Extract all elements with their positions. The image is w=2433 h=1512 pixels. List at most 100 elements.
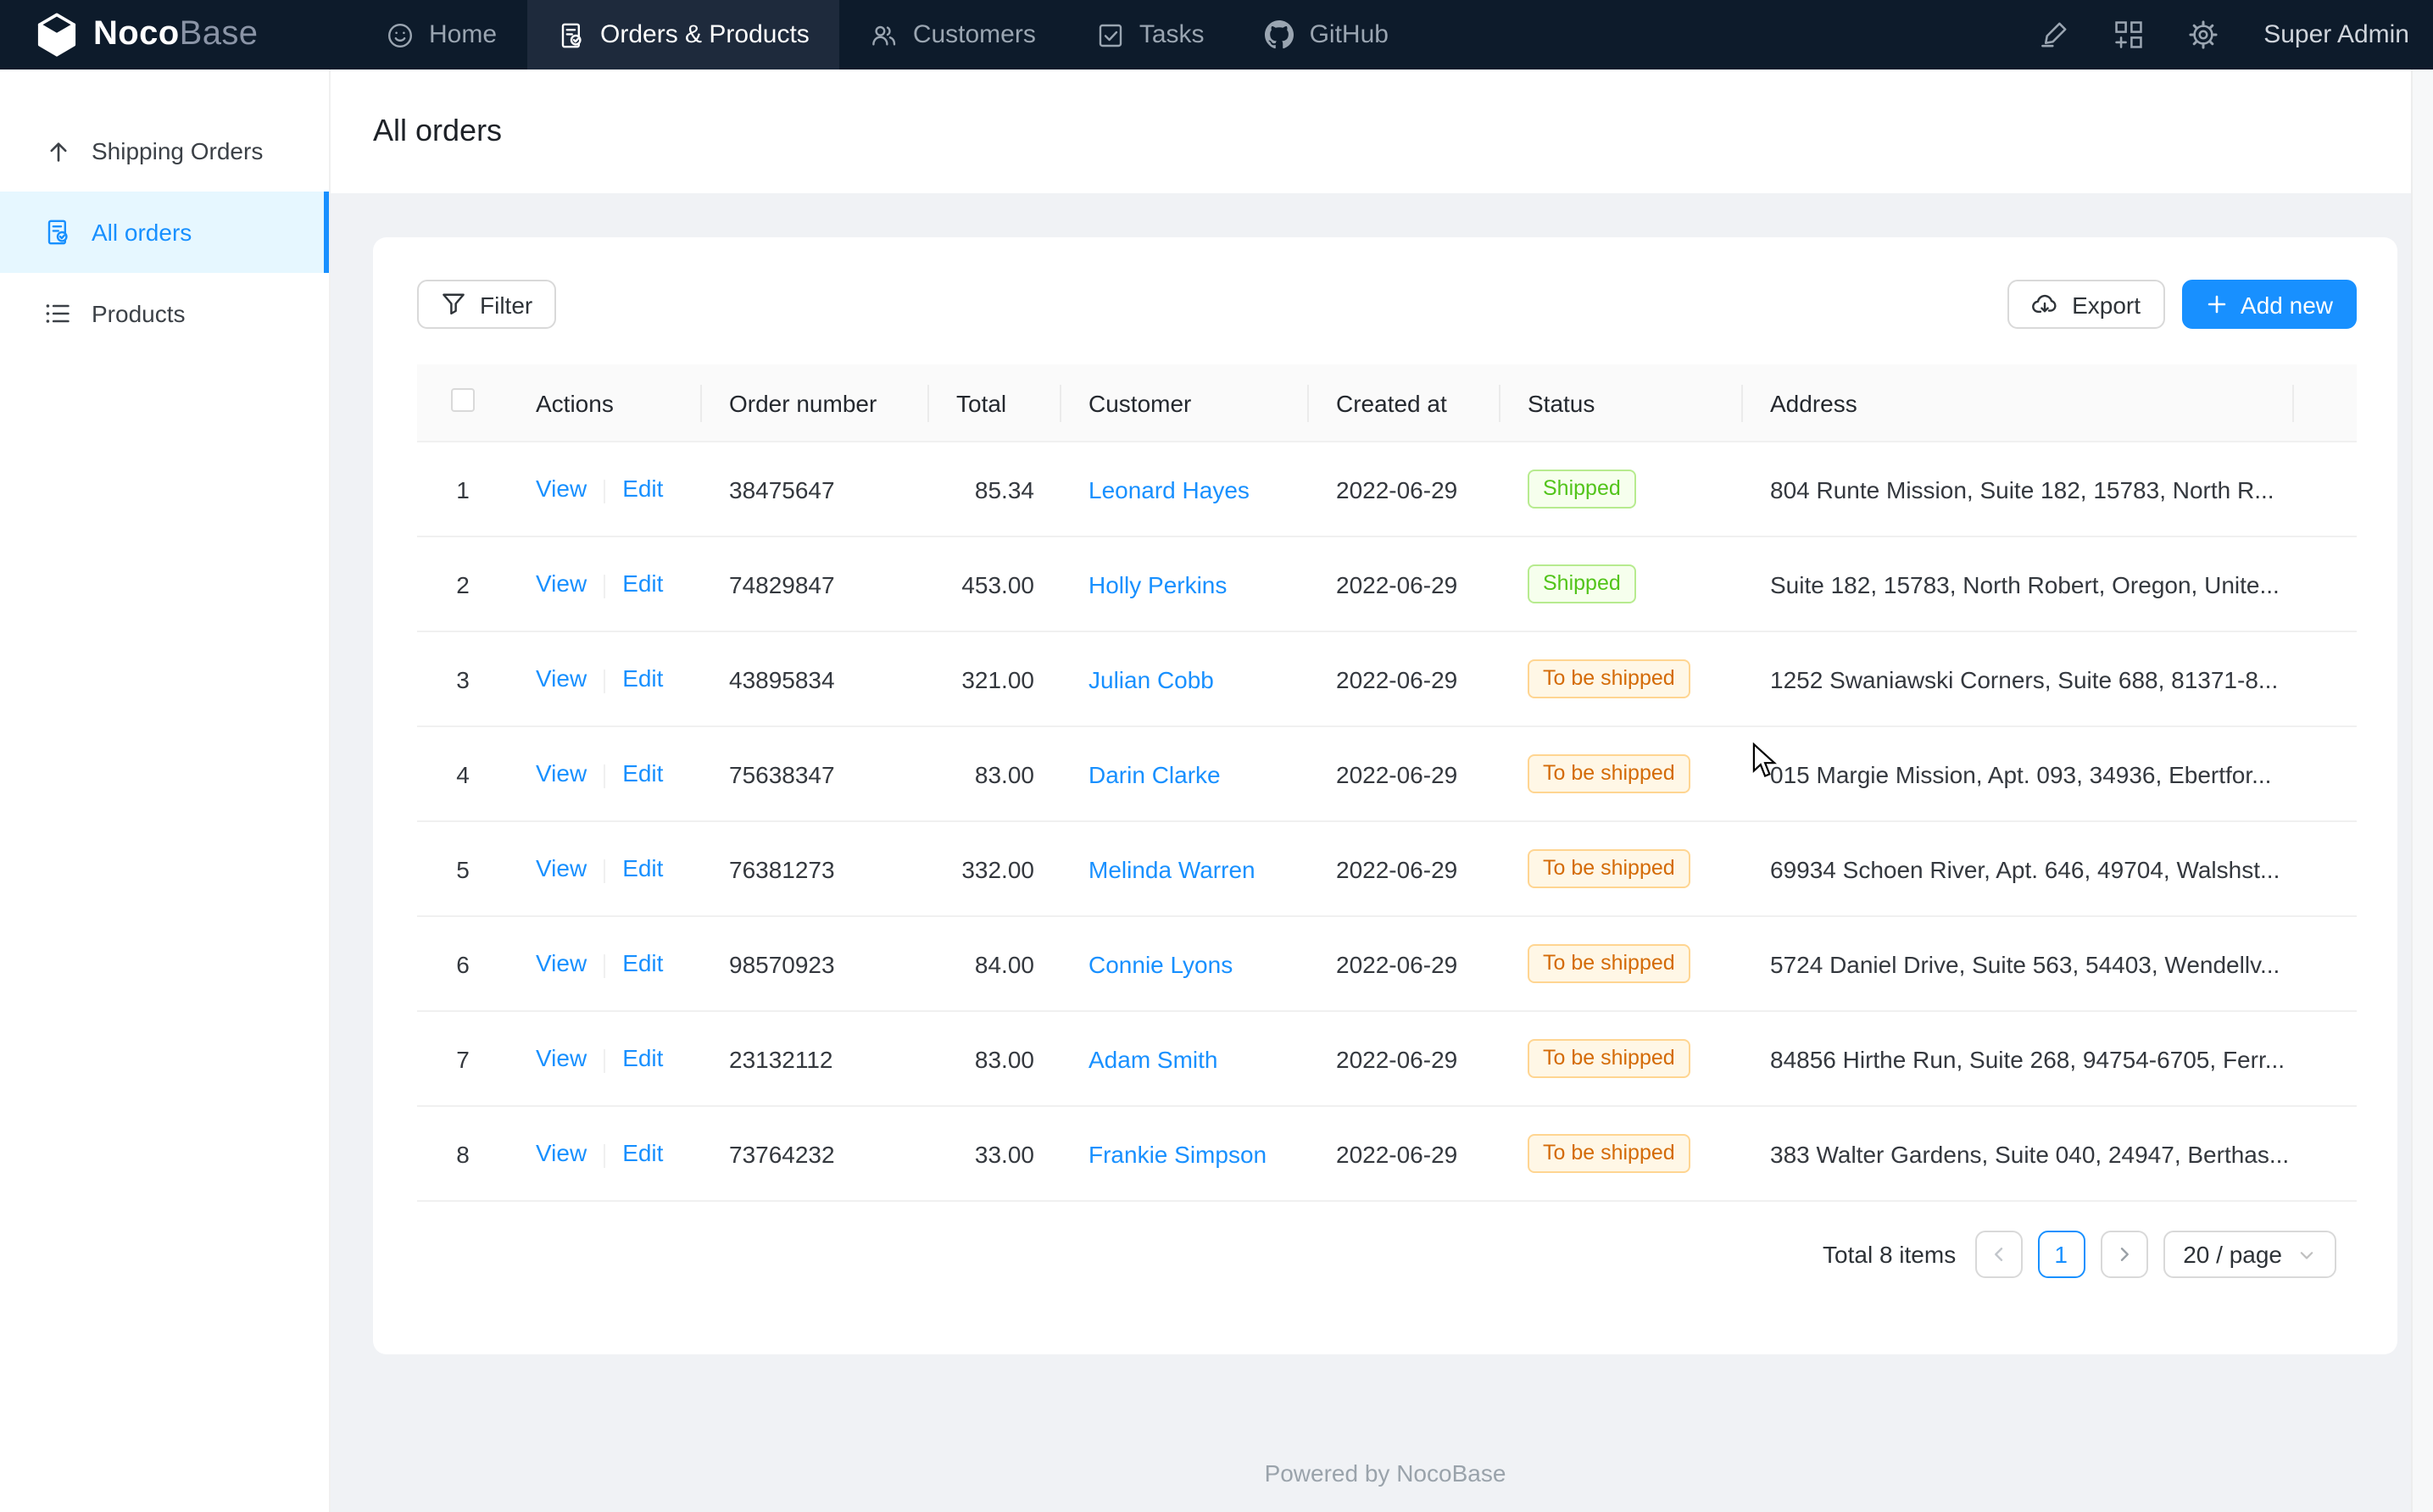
nocobase-cube-icon	[34, 12, 80, 58]
view-link[interactable]: View	[536, 570, 587, 598]
table-row[interactable]: 2 ViewEdit 74829847 453.00 Holly Perkins…	[417, 536, 2357, 631]
table-row[interactable]: 8 ViewEdit 73764232 33.00 Frankie Simpso…	[417, 1106, 2357, 1201]
status-cell: To be shipped	[1500, 726, 1743, 821]
nav-item-github[interactable]: GitHub	[1235, 0, 1419, 69]
page-scrollbar[interactable]	[2411, 69, 2433, 1512]
row-index-cell: 8	[417, 1106, 509, 1201]
nav-item-tasks[interactable]: Tasks	[1066, 0, 1235, 69]
table-row[interactable]: 4 ViewEdit 75638347 83.00 Darin Clarke 2…	[417, 726, 2357, 821]
row-index-cell: 4	[417, 726, 509, 821]
pagination-next-button[interactable]	[2100, 1231, 2147, 1278]
sidebar-item-all-orders[interactable]: All orders	[0, 192, 329, 273]
nav-item-orders-products[interactable]: Orders & Products	[527, 0, 840, 69]
plugin-blocks-add-icon[interactable]	[2114, 20, 2143, 49]
view-link[interactable]: View	[536, 760, 587, 787]
powered-by-footer: Powered by NocoBase	[373, 1459, 2397, 1487]
customer-link[interactable]: Adam Smith	[1088, 1045, 1218, 1072]
total-cell: 332.00	[929, 821, 1061, 916]
edit-link[interactable]: Edit	[622, 950, 663, 977]
table-row[interactable]: 7 ViewEdit 23132112 83.00 Adam Smith 202…	[417, 1011, 2357, 1106]
customer-link[interactable]: Connie Lyons	[1088, 950, 1233, 977]
customer-link[interactable]: Holly Perkins	[1088, 570, 1227, 598]
created-at-cell: 2022-06-29	[1309, 821, 1500, 916]
status-cell: Shipped	[1500, 536, 1743, 631]
export-button[interactable]: Export	[2007, 280, 2164, 329]
customer-link[interactable]: Frankie Simpson	[1088, 1140, 1267, 1167]
edit-link[interactable]: Edit	[622, 665, 663, 692]
status-badge: Shipped	[1528, 470, 1636, 509]
order-number-cell: 74829847	[702, 536, 929, 631]
view-link[interactable]: View	[536, 950, 587, 977]
table-row[interactable]: 6 ViewEdit 98570923 84.00 Connie Lyons 2…	[417, 916, 2357, 1011]
customer-link[interactable]: Darin Clarke	[1088, 760, 1221, 787]
address-cell: Suite 182, 15783, North Robert, Oregon, …	[1743, 536, 2294, 631]
action-separator	[604, 574, 605, 598]
created-at-cell: 2022-06-29	[1309, 1011, 1500, 1106]
user-menu[interactable]: Super Admin	[2263, 20, 2409, 49]
status-cell: To be shipped	[1500, 821, 1743, 916]
orders-table: Actions Order number Total Customer Crea…	[417, 364, 2357, 1202]
list-icon	[44, 300, 71, 327]
view-link[interactable]: View	[536, 1045, 587, 1072]
page-size-value: 20 / page	[2183, 1241, 2282, 1268]
address-cell: 84856 Hirthe Run, Suite 268, 94754-6705,…	[1743, 1011, 2294, 1106]
smile-icon	[387, 21, 414, 48]
customer-link[interactable]: Leonard Hayes	[1088, 475, 1250, 503]
spacer-cell	[2294, 442, 2357, 536]
customer-link[interactable]: Melinda Warren	[1088, 855, 1255, 882]
row-index: 7	[456, 1045, 470, 1072]
order-number-cell: 73764232	[702, 1106, 929, 1201]
actions-cell: View Edit	[509, 442, 702, 536]
page-header: All orders	[331, 69, 2433, 193]
customer-cell: Melinda Warren	[1061, 821, 1309, 916]
edit-link[interactable]: Edit	[622, 570, 663, 598]
sidebar-item-products[interactable]: Products	[0, 273, 329, 354]
created-at-cell: 2022-06-29	[1309, 631, 1500, 726]
customer-cell: Julian Cobb	[1061, 631, 1309, 726]
actions-cell: View Edit	[509, 916, 702, 1011]
edit-link[interactable]: Edit	[622, 1140, 663, 1167]
ui-editor-highlighter-icon[interactable]	[2040, 20, 2068, 49]
actions-cell: View Edit	[509, 536, 702, 631]
column-header-order-number: Order number	[702, 364, 929, 442]
nav-item-label: Orders & Products	[600, 20, 810, 49]
customer-cell: Holly Perkins	[1061, 536, 1309, 631]
spacer-cell	[2294, 1011, 2357, 1106]
edit-link[interactable]: Edit	[622, 475, 663, 503]
table-row[interactable]: 3 ViewEdit 43895834 321.00 Julian Cobb 2…	[417, 631, 2357, 726]
select-all-checkbox[interactable]	[451, 388, 475, 412]
order-number-cell: 76381273	[702, 821, 929, 916]
add-new-button[interactable]: Add new	[2181, 280, 2357, 329]
brand-logo[interactable]: NocoBase	[0, 0, 356, 69]
check-square-icon	[1097, 21, 1124, 48]
nav-item-home[interactable]: Home	[356, 0, 527, 69]
table-row[interactable]: 5 ViewEdit 76381273 332.00 Melinda Warre…	[417, 821, 2357, 916]
view-link[interactable]: View	[536, 855, 587, 882]
view-link[interactable]: View	[536, 475, 587, 503]
edit-link[interactable]: Edit	[622, 760, 663, 787]
view-link[interactable]: View	[536, 1140, 587, 1167]
filter-button[interactable]: Filter	[417, 280, 556, 329]
team-icon	[871, 21, 898, 48]
table-body: 1 ViewEdit 38475647 85.34 Leonard Hayes …	[417, 442, 2357, 1201]
sidebar-item-shipping-orders[interactable]: Shipping Orders	[0, 110, 329, 192]
table-row[interactable]: 1 ViewEdit 38475647 85.34 Leonard Hayes …	[417, 442, 2357, 536]
pagination-page-1[interactable]: 1	[2037, 1231, 2085, 1278]
page-size-select[interactable]: 20 / page	[2163, 1231, 2336, 1278]
pagination-prev-button[interactable]	[1974, 1231, 2022, 1278]
cloud-download-icon	[2031, 291, 2058, 318]
row-index-cell: 2	[417, 536, 509, 631]
chevron-left-icon	[1988, 1244, 2008, 1265]
customer-link[interactable]: Julian Cobb	[1088, 665, 1214, 692]
created-at-cell: 2022-06-29	[1309, 442, 1500, 536]
view-link[interactable]: View	[536, 665, 587, 692]
edit-link[interactable]: Edit	[622, 855, 663, 882]
edit-link[interactable]: Edit	[622, 1045, 663, 1072]
export-button-label: Export	[2072, 291, 2141, 318]
nav-item-customers[interactable]: Customers	[840, 0, 1066, 69]
sidebar: Shipping Orders All orders	[0, 69, 331, 1512]
settings-gear-icon[interactable]	[2189, 20, 2218, 49]
created-at-cell: 2022-06-29	[1309, 916, 1500, 1011]
nav-right: Super Admin	[2016, 0, 2433, 69]
address-cell: 804 Runte Mission, Suite 182, 15783, Nor…	[1743, 442, 2294, 536]
